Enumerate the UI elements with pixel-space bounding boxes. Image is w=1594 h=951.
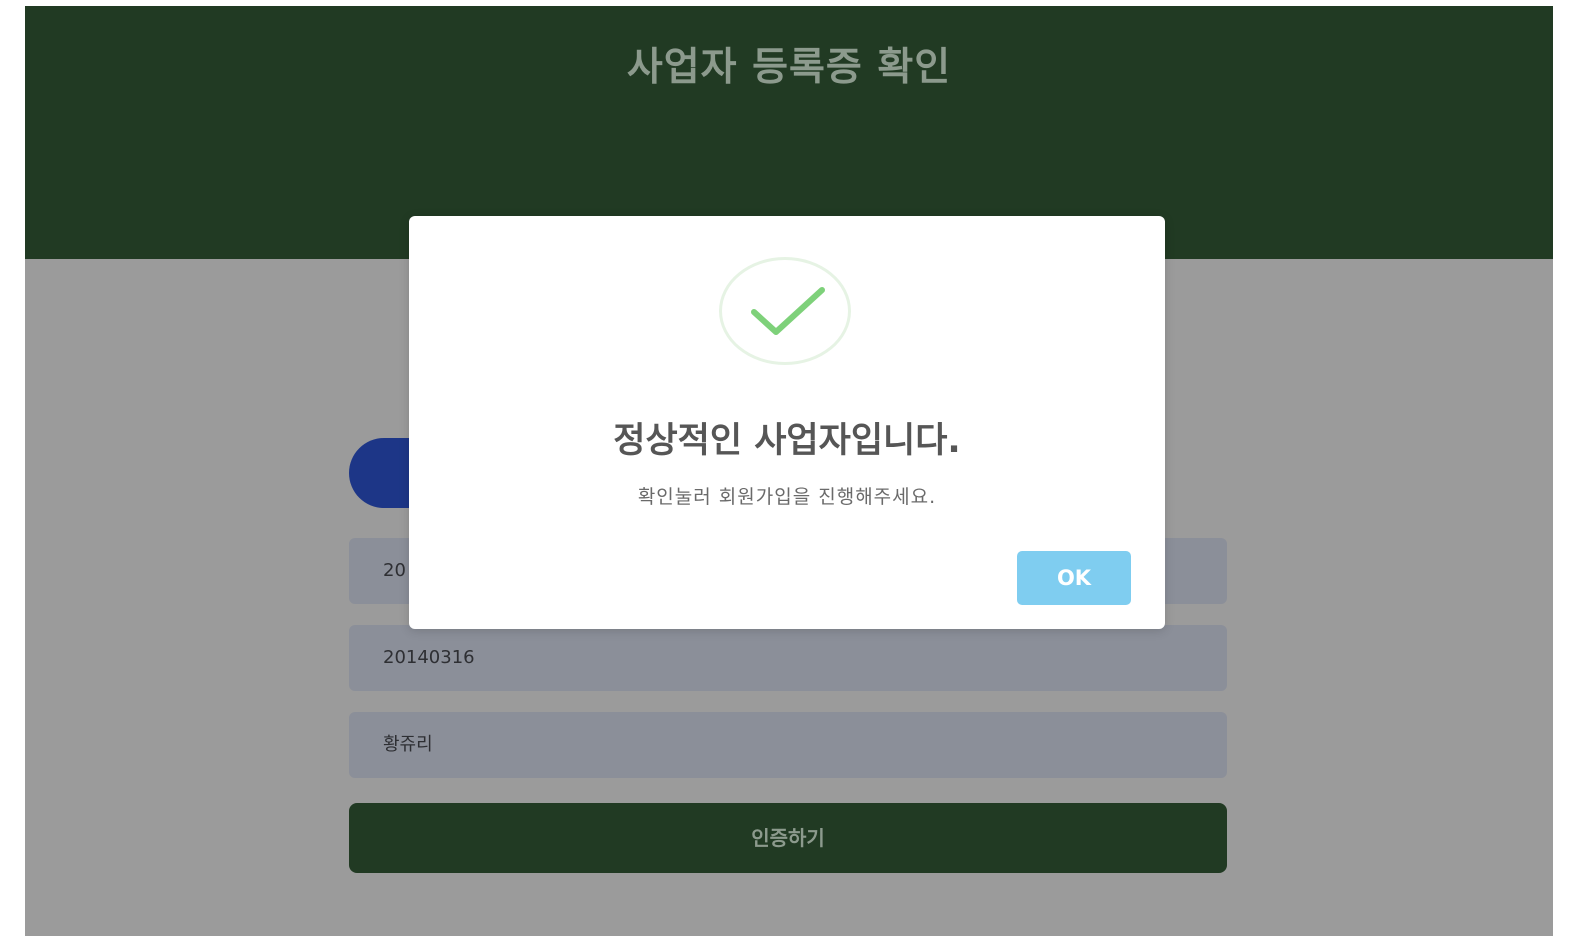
representative-name-field[interactable]: 황쥬리: [349, 712, 1227, 778]
check-icon: [719, 257, 851, 365]
page-title: 사업자 등록증 확인: [626, 45, 952, 90]
success-dialog: 정상적인 사업자입니다. 확인눌러 회원가입을 진행해주세요. OK: [409, 216, 1165, 629]
open-date-field[interactable]: 20140316: [349, 625, 1227, 691]
ok-button[interactable]: OK: [1017, 551, 1131, 605]
dialog-title: 정상적인 사업자입니다.: [613, 421, 961, 461]
app-frame: 사업자 등록증 확인 20 20140316 황쥬리 인증하기 정상적인 사업자…: [25, 6, 1553, 936]
dialog-message: 확인눌러 회원가입을 진행해주세요.: [637, 486, 937, 508]
verify-button[interactable]: 인증하기: [349, 803, 1227, 873]
